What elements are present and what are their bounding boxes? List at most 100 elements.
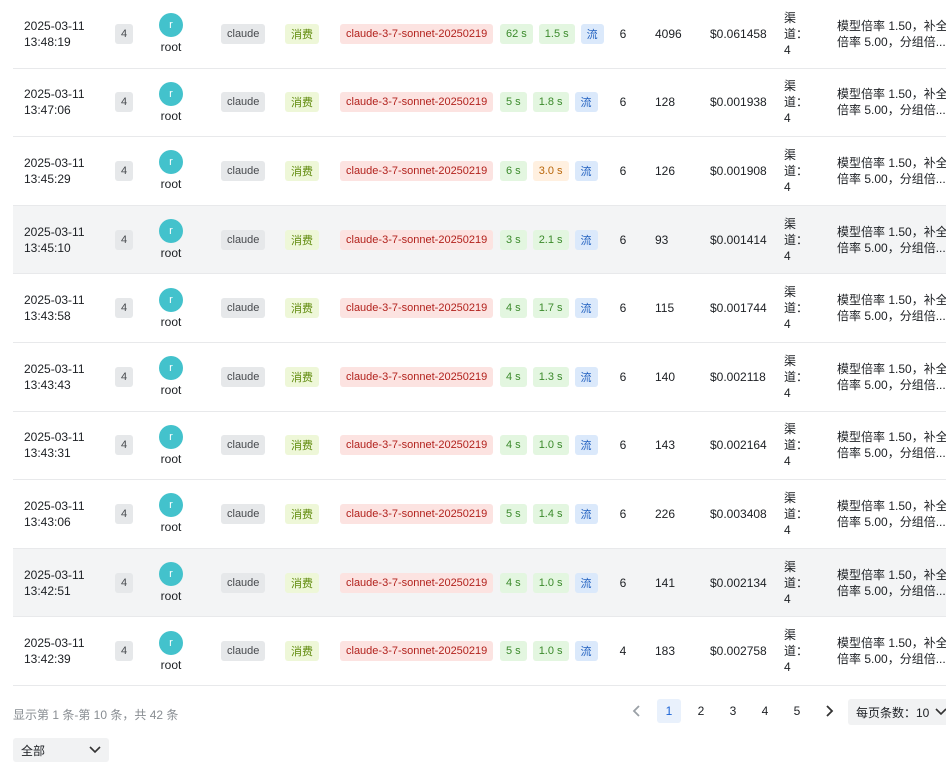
- retry-cell: 渠 道：4: [784, 480, 814, 548]
- page-5-button[interactable]: 5: [785, 699, 809, 723]
- token-tag[interactable]: claude: [221, 572, 266, 593]
- retry-line-1: 渠: [784, 147, 797, 162]
- table-row[interactable]: 2025-03-11 13:47:06 4 r root claude 消费 c…: [13, 68, 946, 138]
- detail-cell[interactable]: 模型倍率 1.50，补全 倍率 5.00，分组倍...: [837, 206, 946, 274]
- detail-line-2: 倍率 5.00，分组倍...: [837, 446, 946, 461]
- model-tag[interactable]: claude-3-7-sonnet-20250219: [340, 92, 494, 113]
- type-tag: 消费: [285, 23, 319, 44]
- channel-tag[interactable]: 4: [115, 366, 134, 387]
- token-tag[interactable]: claude: [221, 229, 266, 250]
- type-cell: 消费: [285, 343, 319, 411]
- channel-tag[interactable]: 4: [115, 572, 134, 593]
- model-tag[interactable]: claude-3-7-sonnet-20250219: [340, 229, 494, 250]
- page-size-select[interactable]: 每页条数：10: [848, 699, 946, 725]
- table-row[interactable]: 2025-03-11 13:43:43 4 r root claude 消费 c…: [13, 342, 946, 412]
- channel-tag[interactable]: 4: [115, 298, 134, 319]
- channel-cell: 4: [115, 549, 134, 617]
- token-tag[interactable]: claude: [221, 298, 266, 319]
- page-3-button[interactable]: 3: [721, 699, 745, 723]
- retry-line-1: 渠: [784, 10, 797, 25]
- page-1-button[interactable]: 1: [657, 699, 681, 723]
- quota-value: $0.001938: [710, 95, 767, 110]
- table-row[interactable]: 2025-03-11 13:42:39 4 r root claude 消费 c…: [13, 617, 946, 686]
- username: root: [160, 177, 182, 192]
- table-row[interactable]: 2025-03-11 13:45:10 4 r root claude 消费 c…: [13, 205, 946, 275]
- table-row[interactable]: 2025-03-11 13:42:51 4 r root claude 消费 c…: [13, 548, 946, 618]
- channel-tag[interactable]: 4: [115, 503, 134, 524]
- token-tag[interactable]: claude: [221, 92, 266, 113]
- type-cell: 消费: [285, 617, 319, 685]
- completion-tokens: 141: [655, 575, 676, 590]
- use-time-cell: 62 s 1.5 s 流: [500, 0, 604, 68]
- table-row[interactable]: 2025-03-11 13:48:19 4 r root claude 消费 c…: [13, 0, 946, 69]
- channel-tag[interactable]: 4: [115, 92, 134, 113]
- model-tag[interactable]: claude-3-7-sonnet-20250219: [340, 160, 494, 181]
- detail-cell[interactable]: 模型倍率 1.50，补全 倍率 5.00，分组倍...: [837, 0, 946, 68]
- token-tag[interactable]: claude: [221, 503, 266, 524]
- model-tag[interactable]: claude-3-7-sonnet-20250219: [340, 641, 494, 662]
- avatar[interactable]: r: [159, 219, 183, 244]
- channel-tag[interactable]: 4: [115, 435, 134, 456]
- avatar[interactable]: r: [159, 150, 183, 175]
- model-tag[interactable]: claude-3-7-sonnet-20250219: [340, 366, 494, 387]
- use-time-tag: 4 s: [500, 366, 527, 387]
- avatar[interactable]: r: [159, 630, 183, 655]
- table-row[interactable]: 2025-03-11 13:43:31 4 r root claude 消费 c…: [13, 411, 946, 481]
- username: root: [160, 383, 182, 398]
- channel-tag[interactable]: 4: [115, 229, 134, 250]
- avatar[interactable]: r: [159, 424, 183, 449]
- model-tag[interactable]: claude-3-7-sonnet-20250219: [340, 23, 494, 44]
- detail-cell[interactable]: 模型倍率 1.50，补全 倍率 5.00，分组倍...: [837, 617, 946, 685]
- token-cell: claude: [221, 206, 266, 274]
- table-row[interactable]: 2025-03-11 13:43:58 4 r root claude 消费 c…: [13, 274, 946, 343]
- detail-cell[interactable]: 模型倍率 1.50，补全 倍率 5.00，分组倍...: [837, 343, 946, 411]
- token-tag[interactable]: claude: [221, 366, 266, 387]
- page-2-button[interactable]: 2: [689, 699, 713, 723]
- channel-tag[interactable]: 4: [115, 641, 134, 662]
- page-4-button[interactable]: 4: [753, 699, 777, 723]
- detail-cell[interactable]: 模型倍率 1.50，补全 倍率 5.00，分组倍...: [837, 137, 946, 205]
- avatar[interactable]: r: [159, 13, 183, 38]
- stream-tag: 流: [574, 92, 598, 113]
- channel-tag[interactable]: 4: [115, 160, 134, 181]
- filter-select[interactable]: 全部: [13, 738, 109, 762]
- model-tag[interactable]: claude-3-7-sonnet-20250219: [340, 298, 494, 319]
- retry-cell: 渠 道：4: [784, 549, 814, 617]
- avatar[interactable]: r: [159, 81, 183, 106]
- avatar[interactable]: r: [159, 287, 183, 312]
- avatar[interactable]: r: [159, 493, 183, 518]
- first-token-tag: 1.0 s: [532, 572, 569, 593]
- table-row[interactable]: 2025-03-11 13:43:06 4 r root claude 消费 c…: [13, 480, 946, 549]
- username: root: [160, 314, 182, 329]
- avatar[interactable]: r: [159, 562, 183, 587]
- prompt-tokens: 6: [619, 26, 627, 41]
- prev-page-button[interactable]: [625, 699, 649, 723]
- log-date: 2025-03-11: [24, 361, 85, 376]
- next-page-button[interactable]: [817, 699, 841, 723]
- retry-line-2: 道：4: [784, 369, 809, 400]
- detail-cell[interactable]: 模型倍率 1.50，补全 倍率 5.00，分组倍...: [837, 69, 946, 137]
- token-tag[interactable]: claude: [221, 641, 266, 662]
- token-tag[interactable]: claude: [221, 435, 266, 456]
- prompt-tokens: 6: [619, 438, 627, 453]
- model-tag[interactable]: claude-3-7-sonnet-20250219: [340, 572, 494, 593]
- quota-value: $0.002118: [710, 369, 766, 384]
- retry-line-2: 道：4: [784, 644, 809, 675]
- completion-tokens: 4096: [655, 26, 682, 41]
- token-tag[interactable]: claude: [221, 23, 266, 44]
- detail-cell[interactable]: 模型倍率 1.50，补全 倍率 5.00，分组倍...: [837, 549, 946, 617]
- channel-cell: 4: [115, 412, 134, 480]
- table-row[interactable]: 2025-03-11 13:45:29 4 r root claude 消费 c…: [13, 137, 946, 206]
- avatar[interactable]: r: [159, 356, 183, 381]
- log-time: 13:43:58: [24, 309, 71, 324]
- channel-tag[interactable]: 4: [115, 23, 134, 44]
- log-date: 2025-03-11: [24, 293, 85, 308]
- model-tag[interactable]: claude-3-7-sonnet-20250219: [340, 503, 494, 524]
- model-cell: claude-3-7-sonnet-20250219: [340, 274, 494, 342]
- detail-cell[interactable]: 模型倍率 1.50，补全 倍率 5.00，分组倍...: [837, 480, 946, 548]
- token-tag[interactable]: claude: [221, 160, 266, 181]
- detail-cell[interactable]: 模型倍率 1.50，补全 倍率 5.00，分组倍...: [837, 274, 946, 342]
- model-tag[interactable]: claude-3-7-sonnet-20250219: [340, 435, 494, 456]
- detail-cell[interactable]: 模型倍率 1.50，补全 倍率 5.00，分组倍...: [837, 412, 946, 480]
- log-time: 13:42:39: [24, 652, 71, 667]
